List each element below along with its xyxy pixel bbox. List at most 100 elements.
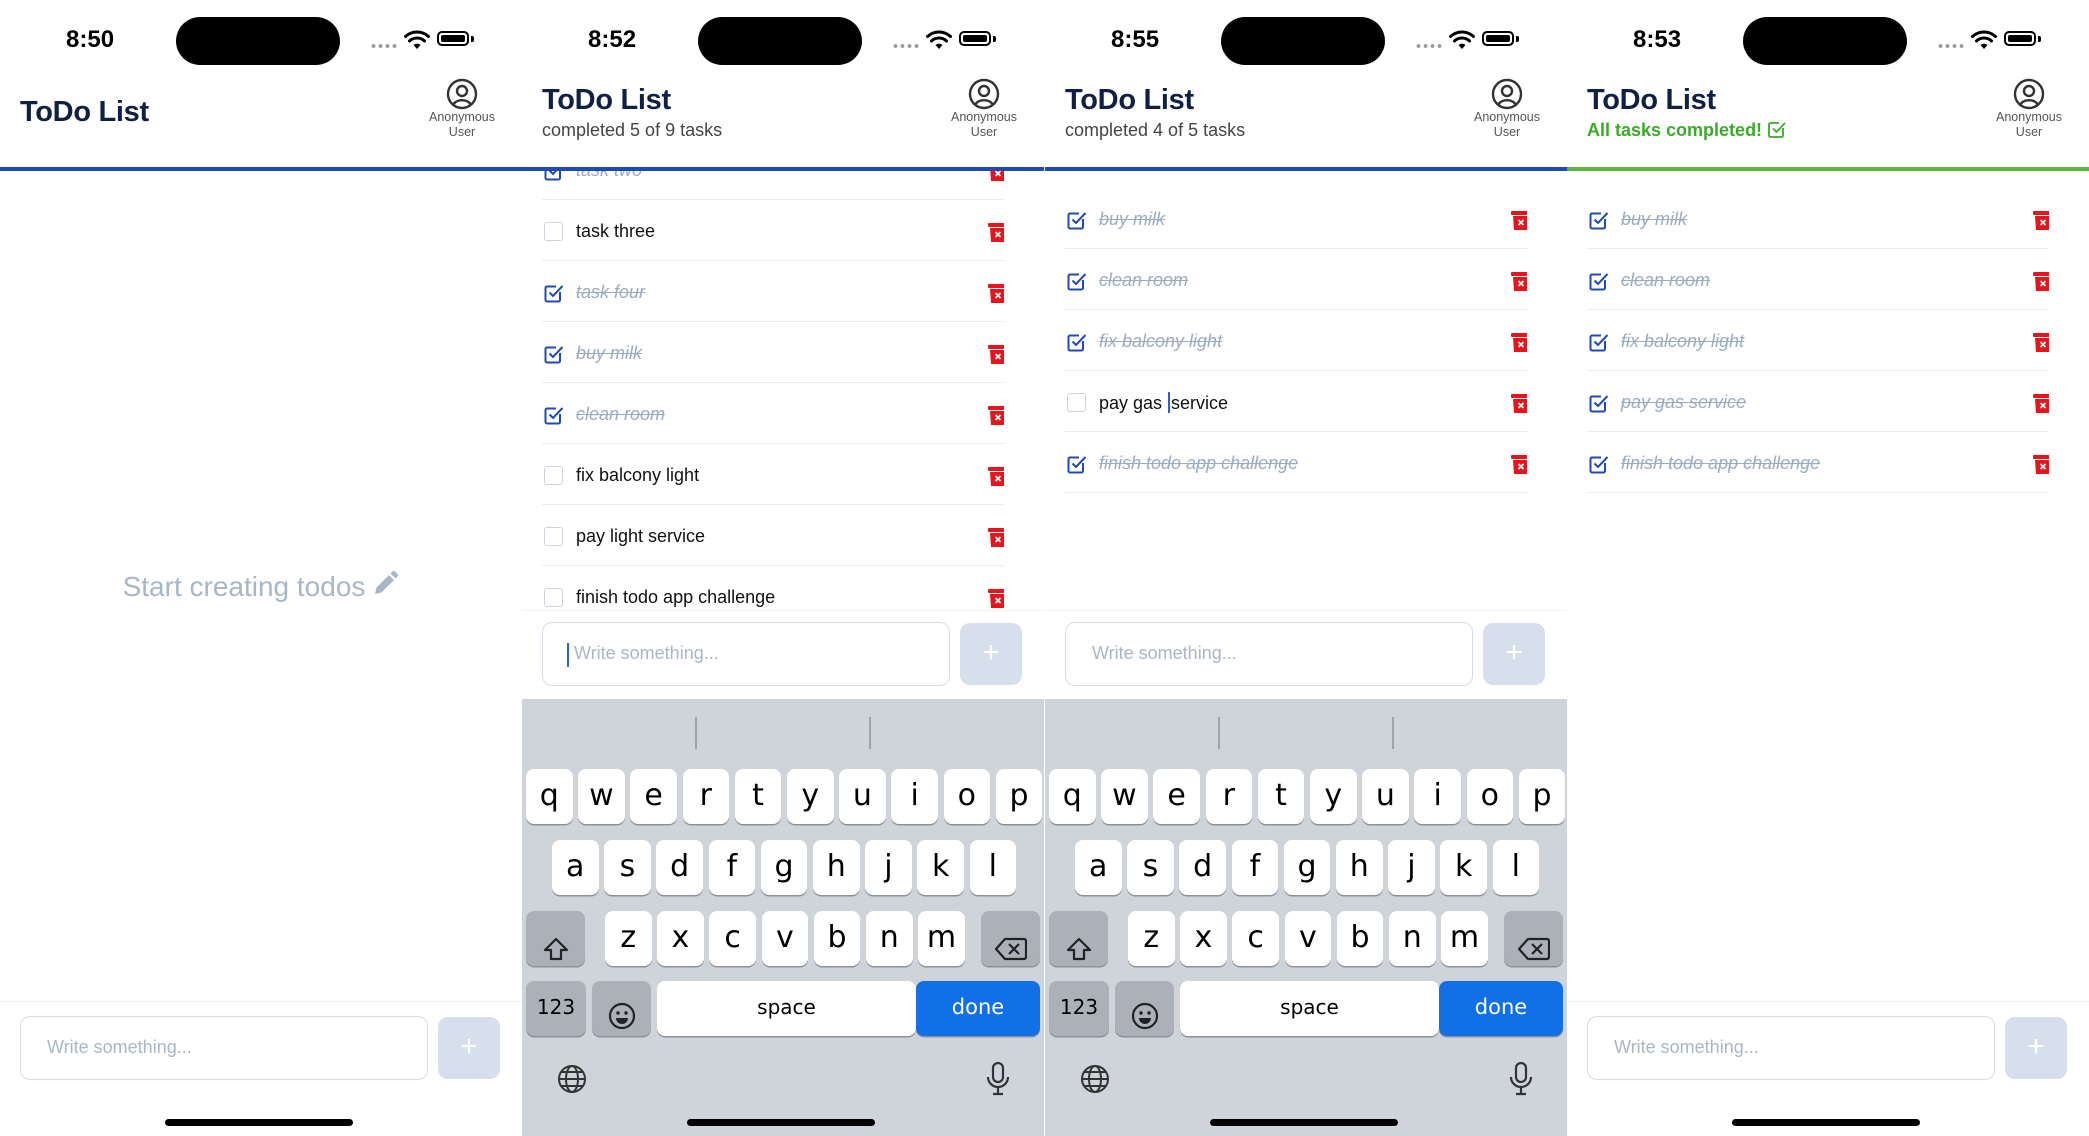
key-e[interactable]: e xyxy=(1153,769,1200,824)
delete-trash-icon[interactable] xyxy=(988,283,1004,304)
add-todo-button[interactable]: + xyxy=(2005,1017,2067,1079)
checkbox-checked-icon[interactable] xyxy=(1067,454,1087,474)
checkbox-checked-icon[interactable] xyxy=(544,171,563,181)
delete-trash-icon[interactable] xyxy=(988,344,1004,365)
todo-item[interactable]: task two xyxy=(542,171,1004,200)
backspace-key[interactable] xyxy=(1504,911,1563,966)
new-todo-input[interactable]: Write something... xyxy=(1065,622,1473,686)
shift-key[interactable] xyxy=(1049,911,1108,966)
delete-trash-icon[interactable] xyxy=(2033,454,2049,475)
add-todo-button[interactable]: + xyxy=(438,1017,500,1079)
todo-text[interactable]: fix balcony light xyxy=(576,465,699,486)
todo-item[interactable]: finish todo app challenge xyxy=(542,566,1004,609)
key-t[interactable]: t xyxy=(1257,769,1305,824)
todo-text[interactable]: buy milk xyxy=(1621,209,1687,230)
todo-item[interactable]: buy milk xyxy=(1065,188,1527,249)
globe-icon[interactable] xyxy=(1080,1064,1110,1099)
delete-trash-icon[interactable] xyxy=(1511,210,1527,231)
new-todo-input[interactable]: Write something... xyxy=(1587,1016,1995,1080)
key-c[interactable]: c xyxy=(1232,911,1279,966)
add-todo-button[interactable]: + xyxy=(1483,623,1545,685)
key-w[interactable]: w xyxy=(1101,769,1148,824)
key-f[interactable]: f xyxy=(708,840,756,895)
checkbox-checked-icon[interactable] xyxy=(1589,210,1609,230)
checkbox-checked-icon[interactable] xyxy=(1589,393,1609,413)
checkbox-unchecked[interactable] xyxy=(1067,393,1086,412)
checkbox-checked-icon[interactable] xyxy=(1589,454,1609,474)
key-d[interactable]: d xyxy=(656,840,703,895)
key-n[interactable]: n xyxy=(1389,911,1436,966)
add-todo-button[interactable]: + xyxy=(960,623,1022,685)
todo-text[interactable]: clean room xyxy=(1621,270,1710,291)
delete-trash-icon[interactable] xyxy=(988,405,1004,426)
key-c[interactable]: c xyxy=(709,911,756,966)
key-o[interactable]: o xyxy=(943,769,991,824)
key-j[interactable]: j xyxy=(865,840,912,895)
checkbox-checked-icon[interactable] xyxy=(544,405,564,425)
key-u[interactable]: u xyxy=(1362,769,1409,824)
key-k[interactable]: k xyxy=(1440,840,1487,895)
microphone-icon[interactable] xyxy=(1509,1061,1533,1101)
key-d[interactable]: d xyxy=(1179,840,1226,895)
backspace-key[interactable] xyxy=(981,911,1040,966)
delete-trash-icon[interactable] xyxy=(1511,454,1527,475)
todo-item[interactable]: pay gas service xyxy=(1065,371,1527,432)
emoji-key[interactable] xyxy=(1115,981,1174,1036)
key-g[interactable]: g xyxy=(760,840,808,895)
key-l[interactable]: l xyxy=(1492,840,1540,895)
key-x[interactable]: x xyxy=(657,911,704,966)
globe-icon[interactable] xyxy=(557,1064,587,1099)
todo-text[interactable]: task four xyxy=(576,282,645,303)
checkbox-checked-icon[interactable] xyxy=(1067,210,1087,230)
todo-text[interactable]: pay gas service xyxy=(1621,392,1746,413)
key-g[interactable]: g xyxy=(1283,840,1331,895)
key-t[interactable]: t xyxy=(734,769,782,824)
new-todo-input[interactable]: Write something... xyxy=(542,622,950,686)
checkbox-unchecked[interactable] xyxy=(544,527,563,546)
key-n[interactable]: n xyxy=(866,911,913,966)
key-b[interactable]: b xyxy=(1336,911,1384,966)
delete-trash-icon[interactable] xyxy=(1511,332,1527,353)
checkbox-checked-icon[interactable] xyxy=(1067,332,1087,352)
todo-item[interactable]: task three xyxy=(542,200,1004,261)
todo-text[interactable]: clean room xyxy=(1099,270,1188,291)
todo-item[interactable]: clean room xyxy=(1587,249,2049,310)
key-i[interactable]: i xyxy=(1414,769,1461,824)
key-q[interactable]: q xyxy=(526,769,573,824)
key-h[interactable]: h xyxy=(1336,840,1383,895)
key-x[interactable]: x xyxy=(1180,911,1227,966)
delete-trash-icon[interactable] xyxy=(1511,271,1527,292)
key-l[interactable]: l xyxy=(969,840,1017,895)
new-todo-input[interactable]: Write something... xyxy=(20,1016,428,1080)
delete-trash-icon[interactable] xyxy=(988,588,1004,609)
key-b[interactable]: b xyxy=(813,911,861,966)
todo-text[interactable]: task three xyxy=(576,221,655,242)
key-y[interactable]: y xyxy=(787,769,834,824)
checkbox-unchecked[interactable] xyxy=(544,588,563,607)
todo-item[interactable]: clean room xyxy=(1065,249,1527,310)
key-j[interactable]: j xyxy=(1388,840,1435,895)
user-menu[interactable]: Anonymous User xyxy=(1459,78,1555,140)
space-key[interactable]: space xyxy=(1180,981,1439,1036)
todo-text[interactable]: fix balcony light xyxy=(1099,331,1222,352)
user-menu[interactable]: Anonymous User xyxy=(414,78,510,140)
key-m[interactable]: m xyxy=(918,911,965,966)
numbers-key[interactable]: 123 xyxy=(526,981,586,1036)
keyboard-done-button[interactable]: done xyxy=(1439,981,1563,1036)
key-u[interactable]: u xyxy=(839,769,886,824)
todo-text[interactable]: task two xyxy=(576,171,642,181)
key-q[interactable]: q xyxy=(1049,769,1096,824)
key-a[interactable]: a xyxy=(552,840,599,895)
key-m[interactable]: m xyxy=(1441,911,1488,966)
todo-text[interactable]: clean room xyxy=(576,404,665,425)
key-w[interactable]: w xyxy=(578,769,625,824)
todo-text[interactable]: pay light service xyxy=(576,526,705,547)
delete-trash-icon[interactable] xyxy=(2033,332,2049,353)
space-key[interactable]: space xyxy=(657,981,916,1036)
todo-text[interactable]: finish todo app challenge xyxy=(1099,453,1298,474)
todo-text[interactable]: buy milk xyxy=(1099,209,1165,230)
keyboard-done-button[interactable]: done xyxy=(916,981,1040,1036)
delete-trash-icon[interactable] xyxy=(2033,210,2049,231)
todo-item[interactable]: finish todo app challenge xyxy=(1065,432,1527,493)
key-v[interactable]: v xyxy=(1284,911,1332,966)
